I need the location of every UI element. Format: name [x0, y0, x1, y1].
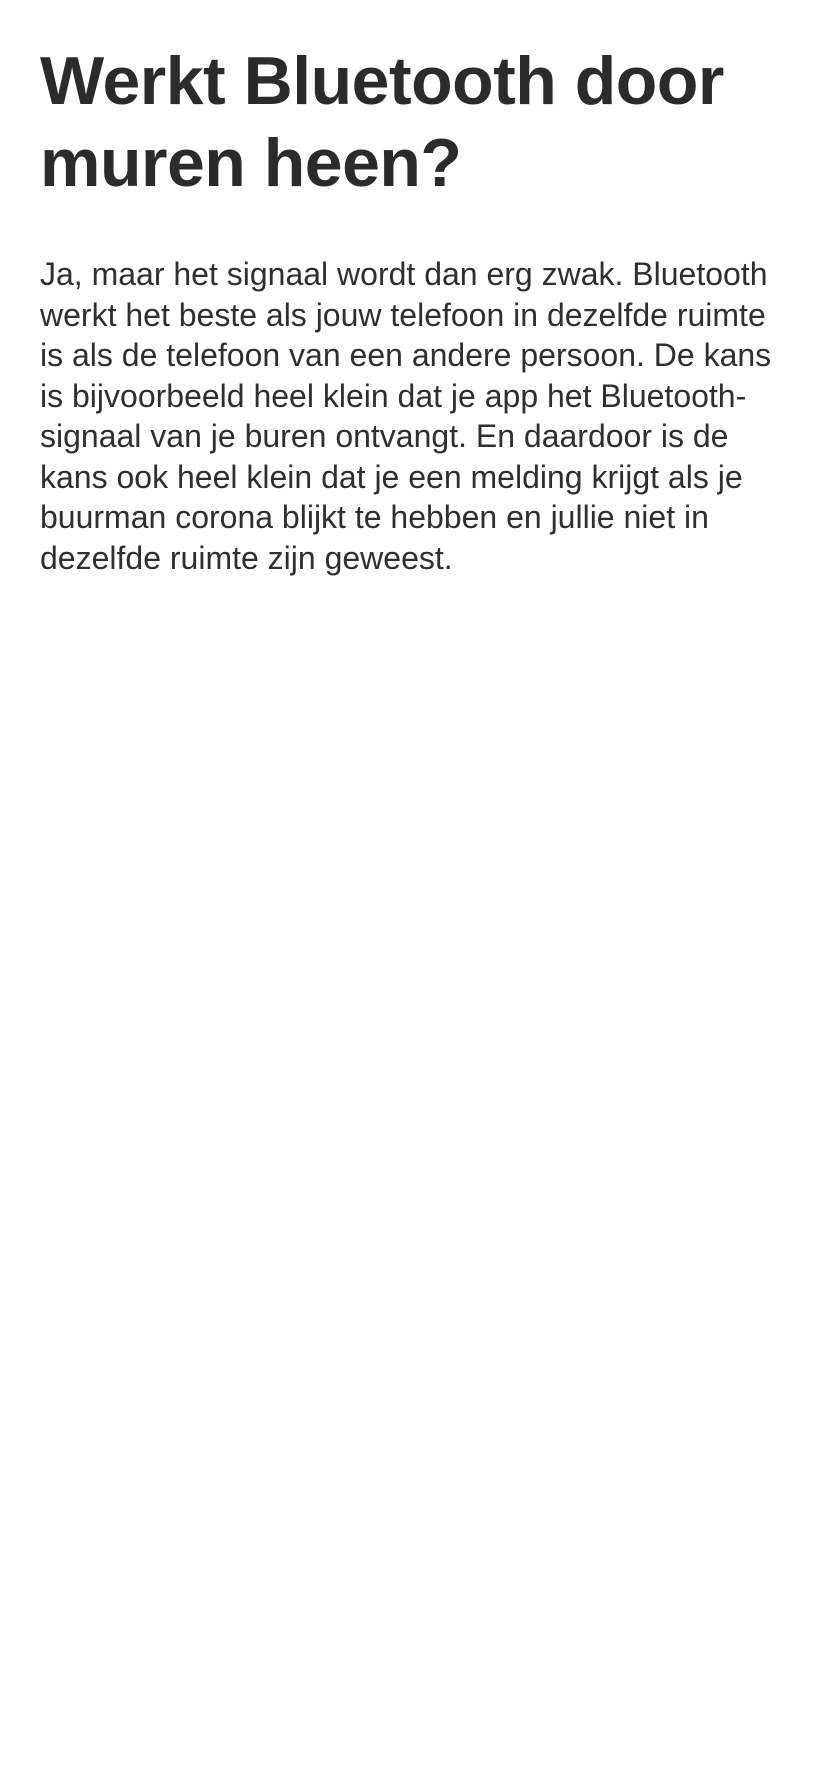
- faq-detail-screen: Werkt Bluetooth door muren heen? Ja, maa…: [40, 40, 792, 578]
- answer-text: Ja, maar het signaal wordt dan erg zwak.…: [40, 256, 772, 576]
- page-title: Werkt Bluetooth door muren heen?: [40, 43, 724, 201]
